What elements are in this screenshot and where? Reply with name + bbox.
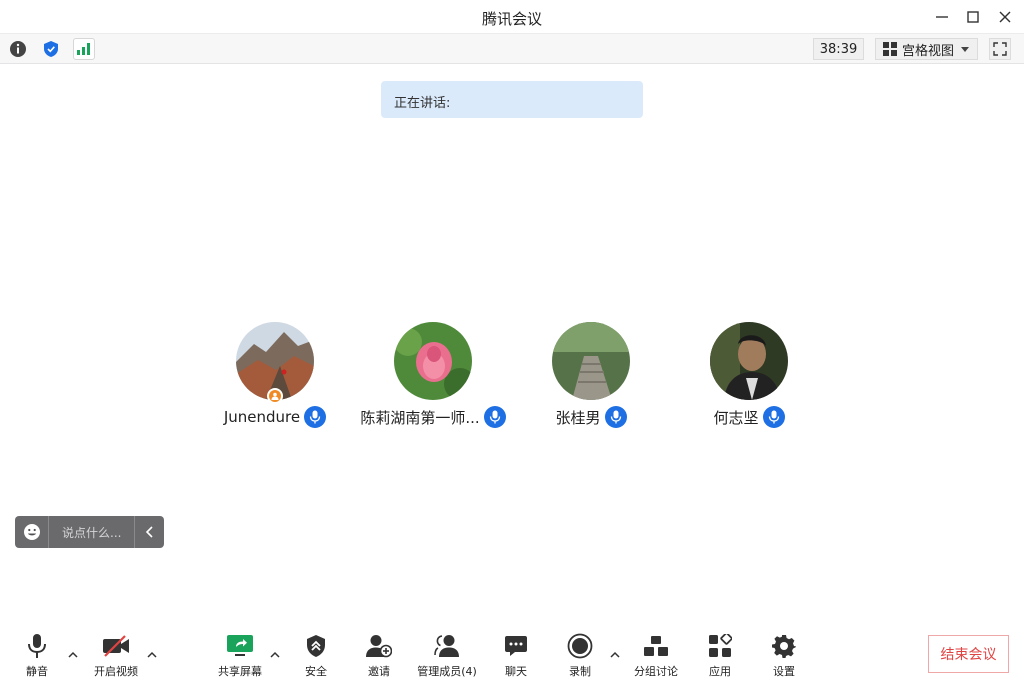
apps-label: 应用: [709, 665, 731, 678]
chat-label: 聊天: [505, 665, 527, 678]
participant-tile[interactable]: 陈莉湖南第一师...: [353, 322, 513, 432]
fullscreen-button[interactable]: [989, 38, 1011, 60]
audio-options-button[interactable]: [66, 647, 80, 661]
encryption-button[interactable]: [40, 38, 62, 60]
video-off-icon: [103, 635, 129, 657]
participant-name: 何志坚: [713, 408, 759, 427]
title-bar: 腾讯会议: [0, 0, 1024, 34]
avatar: [710, 322, 788, 400]
participant-tile[interactable]: Junendure: [195, 322, 355, 432]
mute-button[interactable]: 静音: [20, 633, 54, 679]
host-badge-icon: [267, 388, 283, 404]
maximize-icon: [967, 11, 979, 23]
breakout-label: 分组讨论: [634, 665, 678, 678]
collapse-chat-button[interactable]: [134, 516, 164, 548]
breakout-rooms-button[interactable]: 分组讨论: [630, 633, 682, 679]
window-title: 腾讯会议: [481, 10, 542, 28]
minimize-button[interactable]: [928, 5, 956, 29]
settings-button[interactable]: 设置: [768, 633, 800, 679]
participant-tile[interactable]: 张桂男: [511, 322, 671, 432]
settings-label: 设置: [773, 665, 795, 678]
manage-members-button[interactable]: 管理成员(4): [415, 633, 479, 679]
participant-name-row: Junendure: [195, 406, 355, 428]
meeting-info-button[interactable]: [7, 38, 29, 60]
chevron-left-icon: [145, 526, 153, 538]
chevron-down-icon: [961, 47, 969, 52]
emoji-icon: [23, 524, 40, 540]
meeting-toolbar: 静音 开启视频 共享屏幕 安全 邀请 管理成员(4) 聊天 录制 分组讨论 应用…: [0, 625, 1024, 682]
microphone-on-icon: [762, 406, 785, 428]
speaking-label: 正在讲话:: [394, 96, 451, 111]
video-options-button[interactable]: [145, 647, 159, 661]
share-screen-button[interactable]: 共享屏幕: [214, 633, 266, 679]
share-label: 共享屏幕: [218, 665, 262, 678]
participant-name-row: 何志坚: [669, 406, 829, 428]
video-label: 开启视频: [94, 665, 138, 678]
gear-icon: [772, 635, 796, 658]
apps-button[interactable]: 应用: [704, 633, 736, 679]
members-icon: [434, 635, 459, 657]
maximize-button[interactable]: [959, 5, 987, 29]
network-status-button[interactable]: [73, 38, 95, 60]
fullscreen-icon: [993, 42, 1007, 56]
chevron-up-icon: [610, 651, 620, 658]
share-options-button[interactable]: [268, 647, 282, 661]
meeting-timer: 38:39: [813, 38, 864, 60]
view-mode-label: 宫格视图: [902, 43, 955, 59]
end-meeting-button[interactable]: 结束会议: [928, 635, 1009, 673]
members-label: 管理成员(4): [417, 665, 477, 678]
chevron-up-icon: [68, 651, 78, 658]
info-icon: [10, 41, 26, 57]
mute-label: 静音: [26, 665, 48, 678]
chat-bubble-icon: [505, 636, 527, 656]
record-button[interactable]: 录制: [564, 633, 596, 679]
quick-chat-box[interactable]: 说点什么...: [15, 516, 164, 548]
start-video-button[interactable]: 开启视频: [90, 633, 142, 679]
record-label: 录制: [569, 665, 591, 678]
close-button[interactable]: [991, 5, 1019, 29]
breakout-rooms-icon: [644, 636, 668, 656]
emoji-button[interactable]: [15, 516, 49, 548]
chat-button[interactable]: 聊天: [500, 633, 532, 679]
microphone-icon: [28, 634, 46, 658]
signal-bars-icon: [77, 43, 90, 55]
minimize-icon: [936, 16, 948, 18]
invite-label: 邀请: [368, 665, 390, 678]
microphone-on-icon: [604, 406, 627, 428]
participant-name: Junendure: [223, 408, 301, 426]
chevron-up-icon: [270, 651, 280, 658]
security-button[interactable]: 安全: [297, 633, 335, 679]
meeting-info-bar: 38:39 宫格视图: [0, 34, 1024, 64]
chevron-up-icon: [147, 651, 157, 658]
participant-tile[interactable]: 何志坚: [669, 322, 829, 432]
participant-name: 陈莉湖南第一师...: [360, 408, 480, 427]
security-shield-icon: [307, 635, 325, 657]
participant-name-row: 张桂男: [511, 406, 671, 428]
grid-view-icon: [883, 42, 897, 56]
record-icon: [567, 633, 593, 659]
close-icon: [999, 11, 1011, 23]
chat-input[interactable]: 说点什么...: [49, 524, 134, 541]
participant-name: 张桂男: [555, 408, 601, 427]
record-options-button[interactable]: [608, 647, 622, 661]
speaking-indicator: 正在讲话:: [381, 81, 643, 118]
microphone-on-icon: [304, 406, 327, 428]
participant-name-row: 陈莉湖南第一师...: [353, 406, 513, 428]
invite-button[interactable]: 邀请: [361, 633, 397, 679]
avatar: [552, 322, 630, 400]
view-mode-dropdown[interactable]: 宫格视图: [875, 38, 978, 60]
security-label: 安全: [305, 665, 327, 678]
microphone-on-icon: [483, 406, 506, 428]
avatar: [394, 322, 472, 400]
apps-icon: [709, 634, 732, 657]
shield-icon: [44, 41, 58, 57]
share-screen-icon: [227, 635, 253, 656]
add-user-icon: [366, 635, 392, 658]
